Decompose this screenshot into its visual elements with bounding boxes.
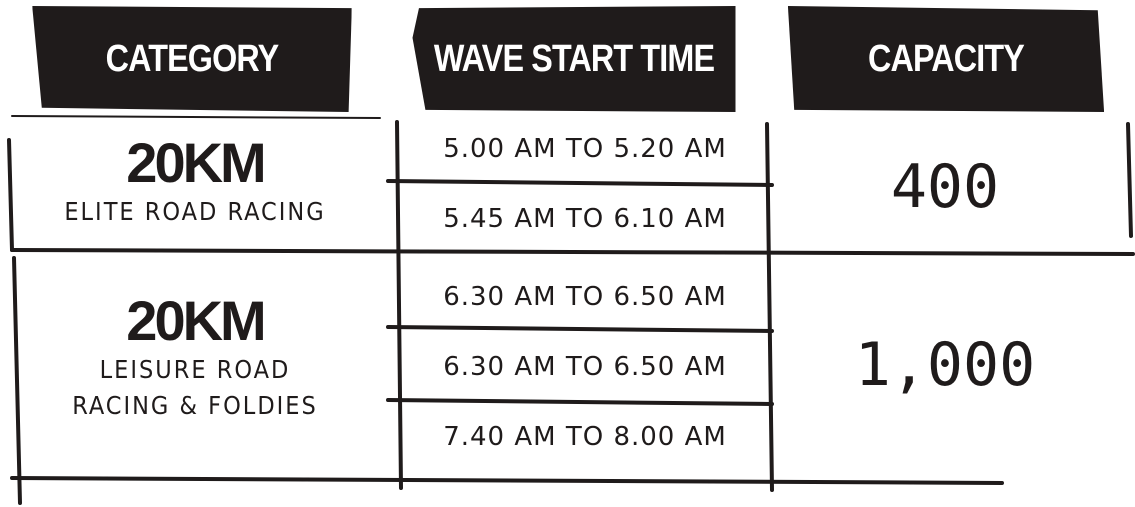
grid-hline-wave-2	[386, 325, 774, 333]
row-2-distance: 20KM	[126, 289, 266, 352]
header-underline	[11, 115, 381, 119]
row-1-capacity: 400	[890, 152, 1000, 222]
grid-hline-wave-1	[386, 179, 774, 187]
row-1-wave-1: 5.00 AM TO 5.20 AM	[443, 134, 727, 164]
row-2-wave-3: 7.40 AM TO 8.00 AM	[443, 422, 727, 452]
row-2-category-line-1: LEISURE ROAD	[99, 355, 291, 384]
row-1-wave-2: 5.45 AM TO 6.10 AM	[443, 204, 727, 234]
grid-hline-row-1	[10, 248, 1135, 256]
row-2-wave-2: 6.30 AM TO 6.50 AM	[443, 352, 727, 382]
grid-hline-bottom	[10, 476, 1004, 485]
row-2-capacity: 1,000	[854, 330, 1036, 400]
row-1-distance: 20KM	[126, 131, 266, 194]
schedule-table: CATEGORY WAVE START TIME CAPACITY 20KM E…	[0, 0, 1135, 507]
row-2-category-line-2: RACING & FOLDIES	[72, 391, 318, 420]
row-1-category-line-1: ELITE ROAD RACING	[64, 197, 326, 226]
grid-vline-right	[1126, 122, 1133, 238]
row-2-wave-1: 6.30 AM TO 6.50 AM	[443, 282, 727, 312]
grid-vline-left	[7, 138, 22, 505]
grid-hline-wave-3	[386, 398, 774, 406]
